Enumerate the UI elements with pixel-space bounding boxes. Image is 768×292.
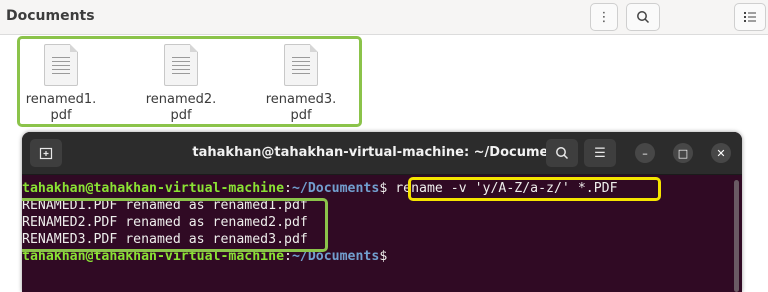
document-icon [284, 44, 318, 86]
file-manager-header: Documents ⋮ [0, 0, 768, 35]
search-icon [556, 147, 569, 160]
file-name: renamed1. pdf [25, 92, 97, 123]
file-item[interactable]: renamed1. pdf [21, 44, 101, 124]
prompt-path: ~/Documents [291, 181, 380, 196]
terminal-title: tahakhan@tahakhan-virtual-machine: ~/Doc… [192, 145, 572, 160]
terminal-search-button[interactable] [546, 139, 578, 167]
maximize-button[interactable]: □ [673, 143, 693, 163]
search-button[interactable] [626, 3, 660, 31]
terminal-menu-button[interactable]: ☰ [584, 139, 616, 167]
minimize-icon: – [642, 146, 648, 160]
hamburger-menu-icon: ☰ [594, 145, 606, 161]
maximize-icon: □ [677, 146, 689, 160]
file-item[interactable]: renamed2. pdf [141, 44, 221, 124]
more-options-button[interactable]: ⋮ [590, 3, 618, 31]
kebab-menu-icon: ⋮ [597, 9, 611, 25]
file-item[interactable]: renamed3. pdf [261, 44, 341, 124]
prompt-separator: : [284, 181, 292, 196]
output-highlight-box [22, 198, 328, 252]
list-view-icon [744, 12, 756, 22]
prompt-symbol: $ [379, 249, 388, 264]
terminal-window: tahakhan@tahakhan-virtual-machine: ~/Doc… [22, 132, 742, 292]
view-options-button[interactable] [734, 3, 766, 31]
document-icon [164, 44, 198, 86]
command-highlight-box [408, 177, 661, 201]
terminal-header: tahakhan@tahakhan-virtual-machine: ~/Doc… [22, 132, 742, 175]
file-name: renamed3. pdf [265, 92, 337, 123]
terminal-output-area[interactable]: tahakhan@tahakhan-virtual-machine:~/Docu… [22, 176, 742, 292]
terminal-scrollbar[interactable] [734, 180, 739, 292]
prompt-user: tahakhan@tahakhan-virtual-machine [22, 181, 285, 196]
close-button[interactable]: ✕ [711, 143, 731, 163]
close-icon: ✕ [716, 146, 726, 160]
minimize-button[interactable]: – [635, 143, 655, 163]
file-name: renamed2. pdf [145, 92, 217, 123]
window-title: Documents [6, 8, 95, 24]
search-icon [637, 11, 650, 24]
document-icon [44, 44, 78, 86]
